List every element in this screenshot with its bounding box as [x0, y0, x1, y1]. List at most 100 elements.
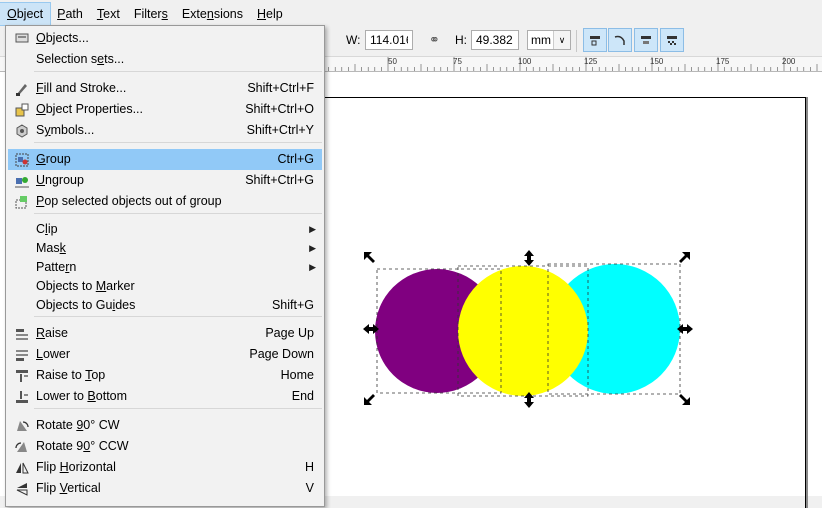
chain-link-icon[interactable]: ⚭: [429, 32, 440, 48]
ruler-label: 125: [584, 57, 598, 66]
menu-separator: [34, 71, 322, 72]
menu-item-object-properties[interactable]: Object Properties... Shift+Ctrl+O: [8, 99, 322, 120]
menu-item-label: Group: [36, 152, 71, 166]
menu-item-objects-to-marker[interactable]: Objects to Marker: [8, 276, 322, 297]
move-patterns-button[interactable]: [660, 28, 684, 52]
menu-text[interactable]: Text: [90, 3, 127, 25]
scale-stroke-button[interactable]: [583, 28, 607, 52]
menu-item-raise-to-top[interactable]: Raise to Top Home: [8, 365, 322, 386]
menu-item-label: Rotate 90° CW: [36, 418, 120, 432]
flip-horizontal-icon: [14, 460, 30, 476]
menu-item-label: Flip Horizontal: [36, 460, 116, 474]
menu-item-label: Object Properties...: [36, 102, 143, 116]
menu-item-label: Clip: [36, 222, 58, 236]
menu-item-fill-and-stroke[interactable]: Fill and Stroke... Shift+Ctrl+F: [8, 78, 322, 99]
menu-item-rotate-90-ccw[interactable]: Rotate 90° CCW: [8, 436, 322, 457]
menu-item-lower[interactable]: Lower Page Down: [8, 344, 322, 365]
menu-item-shortcut: Shift+G: [271, 298, 314, 312]
menu-item-label: Pop selected objects out of group: [36, 194, 222, 208]
menu-help[interactable]: Help: [250, 3, 290, 25]
move-patterns-icon: [667, 36, 677, 45]
menu-item-label: Pattern: [36, 260, 77, 274]
width-label: W:: [346, 33, 361, 47]
ruler-label: 175: [716, 57, 730, 66]
menu-item-objects[interactable]: Objects...: [8, 28, 322, 49]
menu-item-group[interactable]: Group Ctrl+G: [8, 149, 322, 170]
menu-text-rest: ext: [103, 7, 120, 21]
menu-item-shortcut: Page Down: [249, 347, 314, 361]
menu-item-shortcut: H: [304, 460, 314, 474]
menu-help-key: H: [257, 7, 267, 21]
menu-item-label: Selection sets...: [36, 52, 125, 66]
resize-handle-se[interactable]: [679, 394, 690, 405]
lower-icon: [14, 347, 30, 363]
menu-separator: [34, 408, 322, 409]
menu-filters-pre: Filter: [133, 7, 162, 21]
menu-item-label: Objects to Marker: [36, 279, 135, 293]
menu-item-label: Fill and Stroke...: [36, 81, 127, 95]
menu-item-shortcut: Shift+Ctrl+G: [245, 173, 314, 187]
unit-value: mm: [531, 33, 551, 47]
resize-handle-ne[interactable]: [679, 252, 690, 263]
menu-item-shortcut: Ctrl+G: [277, 152, 314, 166]
move-gradients-icon: [641, 36, 651, 44]
submenu-arrow-icon: ▶: [309, 224, 316, 234]
object-properties-icon: [14, 102, 30, 118]
menu-item-clip[interactable]: Clip ▶: [8, 219, 322, 240]
menu-item-ungroup[interactable]: Ungroup Shift+Ctrl+G: [8, 170, 322, 191]
menu-item-shortcut: Home: [280, 368, 314, 382]
menu-item-label: Lower to Bottom: [36, 389, 128, 403]
menu-item-label: Objects...: [36, 31, 89, 45]
menu-item-selection-sets[interactable]: Selection sets...: [8, 49, 322, 70]
menu-item-raise[interactable]: Raise Page Up: [8, 323, 322, 344]
height-label: H:: [455, 33, 467, 47]
menu-filters[interactable]: Filters: [127, 3, 175, 25]
width-input[interactable]: [365, 30, 413, 50]
menu-path[interactable]: Path: [50, 3, 90, 25]
flip-vertical-icon: [14, 481, 30, 497]
yellow-circle[interactable]: [458, 266, 588, 396]
menu-item-shortcut: End: [291, 389, 314, 403]
menu-item-objects-to-guides[interactable]: Objects to Guides Shift+G: [8, 295, 322, 316]
menu-item-label: Mask: [36, 241, 66, 255]
menu-item-flip-horizontal[interactable]: Flip Horizontal H: [8, 457, 322, 478]
menu-extensions[interactable]: Extensions: [175, 3, 250, 25]
menu-item-label: Rotate 90° CCW: [36, 439, 129, 453]
resize-handle-sw[interactable]: [364, 394, 375, 405]
menu-item-symbols[interactable]: Symbols... Shift+Ctrl+Y: [8, 120, 322, 141]
menu-help-rest: elp: [266, 7, 283, 21]
ruler-label: 150: [650, 57, 664, 66]
menu-item-shortcut: Shift+Ctrl+F: [247, 81, 314, 95]
toolbar-separator: [576, 30, 577, 52]
menu-extensions-rest: sions: [213, 7, 243, 21]
menu-item-label: Objects to Guides: [36, 298, 136, 312]
raise-top-icon: [14, 368, 30, 384]
height-input[interactable]: [471, 30, 519, 50]
menu-item-mask[interactable]: Mask ▶: [8, 238, 322, 259]
scale-corners-button[interactable]: [608, 28, 632, 52]
menu-item-label: Lower: [36, 347, 71, 361]
menu-item-label: Raise to Top: [36, 368, 106, 382]
menu-object-key: O: [7, 7, 17, 21]
ruler-label: 100: [518, 57, 532, 66]
menu-object-rest: bject: [16, 7, 44, 21]
menu-separator: [34, 142, 322, 143]
resize-handle-n[interactable]: [524, 250, 534, 266]
resize-handle-nw[interactable]: [364, 252, 375, 263]
unit-select[interactable]: mm ∨: [527, 30, 571, 50]
menu-object[interactable]: Object: [0, 2, 52, 26]
rotate-cw-icon: [14, 418, 30, 434]
scale-corners-icon: [614, 35, 625, 45]
ruler-label: 75: [453, 57, 462, 66]
menu-path-rest: ath: [65, 7, 83, 21]
menu-separator: [34, 316, 322, 317]
group-icon: [14, 152, 30, 168]
menu-item-lower-to-bottom[interactable]: Lower to Bottom End: [8, 386, 322, 407]
ruler-label: 50: [388, 57, 397, 66]
menu-item-pattern[interactable]: Pattern ▶: [8, 257, 322, 278]
move-gradients-button[interactable]: [634, 28, 658, 52]
symbols-icon: [14, 123, 30, 139]
menu-item-rotate-90-cw[interactable]: Rotate 90° CW: [8, 415, 322, 436]
menu-item-pop-selected-objects-out-of-group[interactable]: Pop selected objects out of group: [8, 191, 322, 212]
objects-icon: [14, 31, 30, 47]
